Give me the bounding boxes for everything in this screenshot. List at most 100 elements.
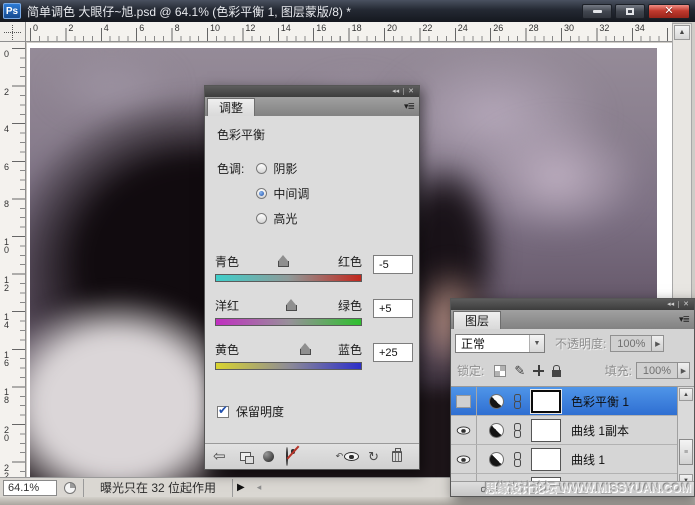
radio-icon[interactable] [256, 163, 267, 174]
minimize-icon [593, 10, 602, 13]
window-frame-bottom [0, 497, 695, 505]
lock-position-icon[interactable] [533, 365, 544, 376]
visibility-toggle[interactable] [451, 445, 477, 473]
watermark: 思缘设计论坛 WWW.MISSYUAN.COM [484, 479, 691, 496]
eye-icon [457, 426, 471, 434]
window-title: 简单调色 大眼仔~旭.psd @ 64.1% (色彩平衡 1, 图层蒙版/8) … [27, 3, 576, 20]
adjustment-layer-icon[interactable] [489, 423, 504, 438]
timer-icon [64, 482, 76, 494]
visibility-toggle[interactable] [451, 416, 477, 444]
yellow-blue-track[interactable] [215, 362, 362, 370]
radio-midtones[interactable]: 中间调 [256, 185, 309, 202]
blend-mode-dropdown[interactable]: 正常 ▼ [455, 334, 545, 353]
lock-transparency-icon[interactable] [494, 365, 506, 377]
status-menu-arrow[interactable]: ▶ [237, 482, 245, 493]
radio-shadows[interactable]: 阴影 [256, 160, 309, 177]
mask-link-icon[interactable] [513, 394, 522, 409]
scrollbar-thumb[interactable]: ≡ [679, 439, 693, 465]
scroll-up-button[interactable]: ▲ [674, 25, 690, 40]
close-panel-icon[interactable]: ✕ [683, 301, 689, 308]
close-panel-icon[interactable]: ✕ [408, 88, 414, 95]
visibility-toggle[interactable] [451, 387, 477, 415]
opacity-slider-arrow[interactable]: ▶ [652, 335, 664, 352]
chevron-down-icon[interactable]: ▼ [529, 335, 544, 352]
layer-row-color-balance[interactable]: 色彩平衡 1 [451, 387, 694, 416]
lock-pixels-icon[interactable]: ✎ [514, 364, 525, 377]
lock-all-icon[interactable] [552, 370, 561, 377]
reset-icon[interactable]: ↻ [368, 450, 379, 463]
slider-cyan-red: 青色 红色 -5 [205, 253, 419, 297]
blend-mode-value: 正常 [461, 335, 485, 352]
tab-layers[interactable]: 图层 [453, 311, 501, 329]
back-arrow-icon[interactable]: ⇦ [213, 449, 226, 464]
slider-yellow-blue: 黄色 蓝色 +25 [205, 341, 419, 385]
layers-panel: ◂◂ ✕ 图层 ▾≣ 正常 ▼ 不透明度: 100% ▶ 锁定: ✎ 填 [450, 298, 695, 497]
photoshop-app-icon: Ps [3, 3, 21, 19]
mask-link-icon[interactable] [513, 423, 522, 438]
minimize-button[interactable] [582, 4, 612, 19]
tab-adjustments[interactable]: 调整 [207, 98, 255, 116]
red-label: 红色 [338, 253, 362, 270]
layer-name[interactable]: 色彩平衡 1 [571, 393, 629, 410]
radio-icon-selected[interactable] [256, 188, 267, 199]
layers-panel-grip[interactable]: ◂◂ ✕ [451, 299, 694, 310]
view-previous-state-icon[interactable]: ↶ [336, 451, 360, 462]
magenta-green-value[interactable]: +5 [373, 299, 413, 318]
opacity-value[interactable]: 100% [610, 335, 652, 352]
preserve-luminosity-checkbox[interactable]: ✔ [217, 406, 229, 418]
layer-row-curves[interactable]: 曲线 1 [451, 445, 694, 474]
layer-row-curves-copy[interactable]: 曲线 1副本 [451, 416, 694, 445]
layers-tab-row: 图层 ▾≣ [451, 310, 694, 329]
scroll-up-button[interactable]: ▲ [679, 388, 693, 401]
radio-icon[interactable] [256, 213, 267, 224]
layer-mask-thumbnail[interactable] [531, 419, 561, 442]
maximize-button[interactable] [615, 4, 645, 19]
mask-link-icon[interactable] [513, 452, 522, 467]
radio-highlights-label: 高光 [273, 210, 297, 227]
radio-midtones-label: 中间调 [273, 185, 309, 202]
layer-name[interactable]: 曲线 1副本 [571, 422, 629, 439]
status-message: 曝光只在 32 位起作用 [83, 479, 233, 497]
adjustment-title: 色彩平衡 [205, 116, 419, 143]
ruler-vertical: 0246810121416182022 [0, 42, 26, 477]
blue-label: 蓝色 [338, 341, 362, 358]
eye-hidden-icon [456, 395, 471, 408]
adjustments-panel-grip[interactable]: ◂◂ ✕ [205, 86, 419, 97]
layer-name[interactable]: 曲线 1 [571, 451, 605, 468]
fill-slider-arrow[interactable]: ▶ [678, 362, 690, 379]
delete-adjustment-icon[interactable] [392, 451, 402, 462]
close-icon: ✕ [664, 6, 673, 17]
adjustment-layer-icon[interactable] [489, 394, 504, 409]
cyan-red-value[interactable]: -5 [373, 255, 413, 274]
title-bar: Ps 简单调色 大眼仔~旭.psd @ 64.1% (色彩平衡 1, 图层蒙版/… [0, 0, 695, 22]
hscroll-left-arrow[interactable]: ◂ [257, 482, 262, 493]
collapse-panel-icon[interactable]: ◂◂ [667, 301, 674, 308]
ruler-origin-corner[interactable] [0, 22, 26, 42]
cyan-red-handle[interactable] [278, 261, 289, 267]
zoom-level-field[interactable]: 64.1% [3, 480, 57, 496]
yellow-blue-value[interactable]: +25 [373, 343, 413, 362]
photoshop-window: Ps 简单调色 大眼仔~旭.psd @ 64.1% (色彩平衡 1, 图层蒙版/… [0, 0, 695, 505]
cyan-red-track[interactable] [215, 274, 362, 282]
fill-label: 填充: [605, 362, 632, 379]
opacity-label: 不透明度: [555, 335, 606, 352]
fill-value[interactable]: 100% [636, 362, 678, 379]
arrow-up-icon: ▲ [679, 29, 686, 36]
panel-menu-icon[interactable]: ▾≣ [679, 314, 689, 325]
close-button[interactable]: ✕ [648, 4, 690, 19]
expand-panel-icon[interactable] [240, 452, 251, 461]
magenta-green-handle[interactable] [286, 305, 297, 311]
collapse-panel-icon[interactable]: ◂◂ [392, 88, 399, 95]
eye-icon [457, 455, 471, 463]
magenta-green-track[interactable] [215, 318, 362, 326]
yellow-blue-handle[interactable] [300, 349, 311, 355]
panel-menu-icon[interactable]: ▾≣ [404, 101, 414, 112]
adjustment-layer-icon[interactable] [489, 452, 504, 467]
radio-highlights[interactable]: 高光 [256, 210, 309, 227]
toggle-visibility-icon[interactable] [286, 448, 288, 466]
clip-to-layer-icon[interactable] [263, 451, 274, 462]
layer-list-scrollbar[interactable]: ▲ ≡ ▼ [677, 387, 694, 488]
layer-mask-thumbnail[interactable] [531, 390, 561, 413]
magenta-label: 洋红 [215, 297, 239, 314]
layer-mask-thumbnail[interactable] [531, 448, 561, 471]
